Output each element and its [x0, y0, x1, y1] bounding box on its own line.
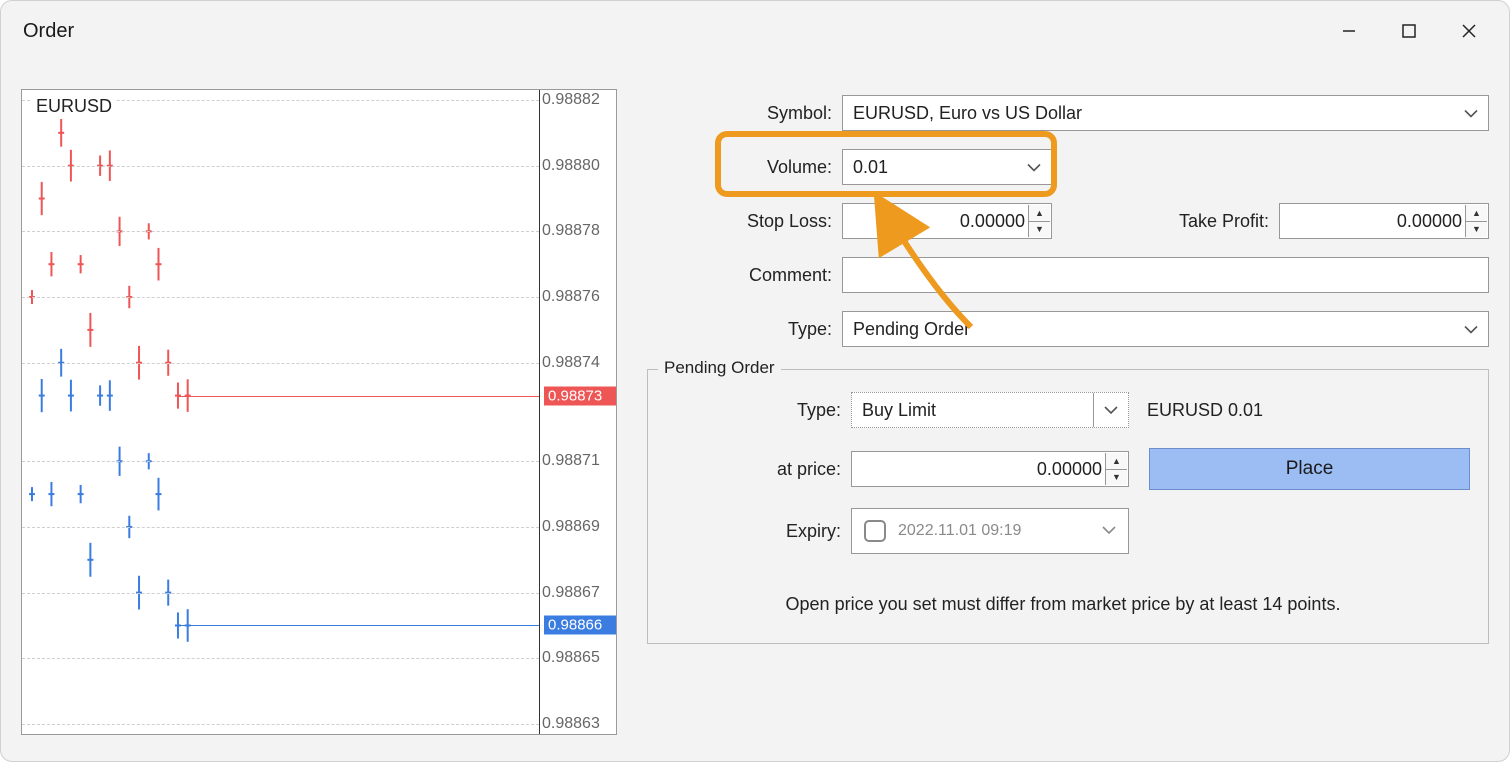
stop-loss-spinner[interactable]: ▲▼ [1028, 205, 1050, 237]
at-price-spinner[interactable]: ▲▼ [1105, 453, 1127, 485]
volume-select[interactable]: 0.01 [842, 149, 1052, 185]
y-tick: 0.98871 [542, 452, 612, 470]
order-type-select[interactable]: Pending Order [842, 311, 1489, 347]
y-tick: 0.98874 [542, 354, 612, 372]
chevron-down-icon [1027, 157, 1041, 178]
titlebar: Order [1, 1, 1509, 61]
bid-price-badge: 0.98866 [544, 616, 616, 635]
order-window: Order EURUSD 0.98882 0.98880 0.98878 0.9887… [0, 0, 1510, 762]
take-profit-value: 0.00000 [1397, 211, 1462, 232]
tick-chart: EURUSD 0.98882 0.98880 0.98878 0.98876 0.988… [21, 89, 617, 735]
y-tick: 0.98863 [542, 715, 612, 733]
stop-loss-value: 0.00000 [960, 211, 1025, 232]
y-tick: 0.98876 [542, 288, 612, 306]
window-controls [1319, 6, 1499, 56]
chart-symbol-label: EURUSD [32, 96, 116, 117]
spin-down-icon[interactable]: ▼ [1029, 222, 1050, 238]
at-price-value: 0.00000 [1037, 459, 1102, 480]
minimize-button[interactable] [1319, 6, 1379, 56]
pending-type-select[interactable]: Buy Limit [851, 392, 1129, 428]
spin-down-icon[interactable]: ▼ [1106, 470, 1127, 486]
pending-summary: EURUSD 0.01 [1147, 400, 1263, 421]
stop-loss-label: Stop Loss: [647, 211, 842, 232]
take-profit-spinner[interactable]: ▲▼ [1465, 205, 1487, 237]
expiry-label: Expiry: [656, 521, 851, 542]
order-type-value: Pending Order [853, 319, 970, 340]
expiry-picker[interactable]: 2022.11.01 09:19 [851, 508, 1129, 554]
type-label: Type: [647, 319, 842, 340]
ask-price-badge: 0.98873 [544, 386, 616, 405]
pending-legend: Pending Order [658, 358, 781, 378]
place-label: Place [1286, 458, 1334, 480]
window-title: Order [23, 20, 74, 43]
spin-up-icon[interactable]: ▲ [1106, 453, 1127, 470]
chart-plot-area: EURUSD [22, 90, 540, 734]
pending-hint: Open price you set must differ from mark… [656, 594, 1470, 615]
comment-label: Comment: [647, 265, 842, 286]
spin-down-icon[interactable]: ▼ [1466, 222, 1487, 238]
chevron-down-icon [1464, 103, 1478, 124]
close-button[interactable] [1439, 6, 1499, 56]
volume-value: 0.01 [853, 157, 888, 178]
place-button[interactable]: Place [1149, 448, 1470, 490]
take-profit-label: Take Profit: [1179, 211, 1279, 232]
at-price-label: at price: [656, 459, 851, 480]
chevron-down-icon [1102, 522, 1116, 540]
take-profit-input[interactable]: 0.00000 ▲▼ [1279, 203, 1489, 239]
volume-label: Volume: [647, 157, 842, 178]
stop-loss-input[interactable]: 0.00000 ▲▼ [842, 203, 1052, 239]
pending-type-label: Type: [656, 400, 851, 421]
spin-up-icon[interactable]: ▲ [1029, 205, 1050, 222]
comment-input[interactable] [842, 257, 1489, 293]
symbol-label: Symbol: [647, 103, 842, 124]
y-tick: 0.98882 [542, 91, 612, 109]
spin-up-icon[interactable]: ▲ [1466, 205, 1487, 222]
pending-order-group: Pending Order Type: Buy Limit EURUSD 0.0… [647, 369, 1489, 644]
y-tick: 0.98878 [542, 222, 612, 240]
expiry-checkbox[interactable] [864, 520, 886, 542]
at-price-input[interactable]: 0.00000 ▲▼ [851, 451, 1129, 487]
y-tick: 0.98867 [542, 584, 612, 602]
expiry-value: 2022.11.01 09:19 [898, 522, 1021, 540]
y-tick: 0.98869 [542, 518, 612, 536]
maximize-button[interactable] [1379, 6, 1439, 56]
pending-type-value: Buy Limit [862, 400, 936, 421]
order-form: Symbol: EURUSD, Euro vs US Dollar Volume… [647, 89, 1489, 741]
chevron-down-icon [1464, 319, 1478, 340]
symbol-select[interactable]: EURUSD, Euro vs US Dollar [842, 95, 1489, 131]
chevron-down-icon [1093, 393, 1118, 427]
chart-series [22, 90, 539, 734]
symbol-value: EURUSD, Euro vs US Dollar [853, 103, 1082, 124]
y-tick: 0.98880 [542, 157, 612, 175]
y-tick: 0.98865 [542, 649, 612, 667]
